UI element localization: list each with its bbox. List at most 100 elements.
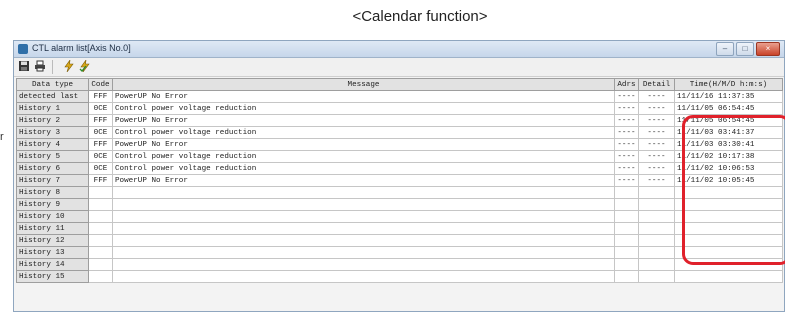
column-header-time[interactable]: Time(H/M/D h:m:s) bbox=[674, 78, 783, 91]
cell-code: FFF bbox=[88, 138, 113, 151]
table-row[interactable]: History 6 0CE Control power voltage reduct… bbox=[16, 162, 783, 175]
lightning-check-icon[interactable] bbox=[78, 59, 91, 73]
cell-code: 0CE bbox=[88, 162, 113, 175]
window-controls: – □ × bbox=[716, 42, 780, 56]
cell-adrs bbox=[614, 234, 639, 247]
cell-detail: ---- bbox=[638, 174, 675, 187]
table-row[interactable]: History 7 FFF PowerUP No Error ---- ---- 11/1… bbox=[16, 174, 783, 187]
cell-type: History 11 bbox=[16, 222, 89, 235]
table-row[interactable]: History 2 FFF PowerUP No Error ---- ---- 11/1… bbox=[16, 114, 783, 127]
cell-detail bbox=[638, 258, 675, 271]
column-header-detail[interactable]: Detail bbox=[638, 78, 675, 91]
time-column-highlight bbox=[682, 115, 785, 265]
table-row[interactable]: History 11 bbox=[16, 222, 783, 235]
cell-type: History 14 bbox=[16, 258, 89, 271]
cell-adrs: ---- bbox=[614, 114, 639, 127]
table-row[interactable]: History 14 bbox=[16, 258, 783, 271]
toolbar-separator bbox=[52, 60, 53, 74]
cell-detail bbox=[638, 234, 675, 247]
cell-detail bbox=[638, 270, 675, 283]
window-title: CTL alarm list[Axis No.0] bbox=[32, 43, 131, 53]
cell-time bbox=[674, 270, 783, 283]
cell-time: 11/11/05 06:54:45 bbox=[674, 102, 783, 115]
cell-message: PowerUP No Error bbox=[112, 138, 615, 151]
cell-detail bbox=[638, 198, 675, 211]
toolbar bbox=[14, 58, 784, 77]
close-button[interactable]: × bbox=[756, 42, 780, 56]
column-header-code[interactable]: Code bbox=[88, 78, 113, 91]
table-row[interactable]: History 8 bbox=[16, 186, 783, 199]
column-header-message[interactable]: Message bbox=[112, 78, 615, 91]
cell-time: 11/11/16 11:37:35 bbox=[674, 90, 783, 103]
cell-detail bbox=[638, 246, 675, 259]
figure-caption: <Calendar function> bbox=[352, 8, 488, 25]
minimize-button[interactable]: – bbox=[716, 42, 734, 56]
cell-message: Control power voltage reduction bbox=[112, 150, 615, 163]
table-row[interactable]: History 10 bbox=[16, 210, 783, 223]
table-row[interactable]: History 15 bbox=[16, 270, 783, 283]
cell-adrs bbox=[614, 246, 639, 259]
table-body: detected last FFF PowerUP No Error ---- ----… bbox=[16, 90, 783, 283]
cell-code bbox=[88, 198, 113, 211]
cell-code: 0CE bbox=[88, 126, 113, 139]
cell-adrs: ---- bbox=[614, 162, 639, 175]
cell-message bbox=[112, 246, 615, 259]
cell-type: History 13 bbox=[16, 246, 89, 259]
column-header-adrs[interactable]: Adrs bbox=[614, 78, 639, 91]
column-header-data-type[interactable]: Data type bbox=[16, 78, 89, 91]
maximize-button[interactable]: □ bbox=[736, 42, 754, 56]
cell-code bbox=[88, 186, 113, 199]
cell-detail bbox=[638, 210, 675, 223]
cell-adrs: ---- bbox=[614, 150, 639, 163]
cell-code: 0CE bbox=[88, 102, 113, 115]
cell-type: History 12 bbox=[16, 234, 89, 247]
cell-adrs bbox=[614, 258, 639, 271]
cell-message bbox=[112, 234, 615, 247]
cell-code bbox=[88, 246, 113, 259]
cell-adrs: ---- bbox=[614, 126, 639, 139]
app-icon bbox=[18, 44, 28, 54]
cell-type: detected last bbox=[16, 90, 89, 103]
cell-adrs: ---- bbox=[614, 138, 639, 151]
floppy-disk-icon[interactable] bbox=[17, 60, 30, 73]
printer-icon[interactable] bbox=[33, 60, 46, 73]
table-row[interactable]: History 5 0CE Control power voltage reduct… bbox=[16, 150, 783, 163]
table-row[interactable]: History 3 0CE Control power voltage reduct… bbox=[16, 126, 783, 139]
cell-message: Control power voltage reduction bbox=[112, 102, 615, 115]
lightning-icon[interactable] bbox=[62, 59, 75, 73]
cell-code bbox=[88, 270, 113, 283]
title-bar[interactable]: CTL alarm list[Axis No.0] – □ × bbox=[14, 41, 784, 58]
table-row[interactable]: detected last FFF PowerUP No Error ---- ----… bbox=[16, 90, 783, 103]
cell-adrs: ---- bbox=[614, 90, 639, 103]
cell-type: History 5 bbox=[16, 150, 89, 163]
cell-message: Control power voltage reduction bbox=[112, 162, 615, 175]
cell-detail: ---- bbox=[638, 150, 675, 163]
cell-detail: ---- bbox=[638, 162, 675, 175]
cell-detail: ---- bbox=[638, 138, 675, 151]
cell-code bbox=[88, 210, 113, 223]
cell-type: History 6 bbox=[16, 162, 89, 175]
cell-detail: ---- bbox=[638, 126, 675, 139]
cell-code: FFF bbox=[88, 90, 113, 103]
cell-message: PowerUP No Error bbox=[112, 90, 615, 103]
table-row[interactable]: History 13 bbox=[16, 246, 783, 259]
table-row[interactable]: History 1 0CE Control power voltage reduct… bbox=[16, 102, 783, 115]
cell-adrs bbox=[614, 222, 639, 235]
cell-adrs: ---- bbox=[614, 102, 639, 115]
cell-type: History 7 bbox=[16, 174, 89, 187]
table-row[interactable]: History 4 FFF PowerUP No Error ---- ---- 11/1… bbox=[16, 138, 783, 151]
cell-detail bbox=[638, 186, 675, 199]
cell-message: Control power voltage reduction bbox=[112, 126, 615, 139]
cell-adrs bbox=[614, 186, 639, 199]
table-row[interactable]: History 9 bbox=[16, 198, 783, 211]
cell-type: History 4 bbox=[16, 138, 89, 151]
cell-type: History 1 bbox=[16, 102, 89, 115]
side-marker: r bbox=[0, 131, 4, 143]
cell-detail: ---- bbox=[638, 102, 675, 115]
cell-type: History 2 bbox=[16, 114, 89, 127]
alarm-table: Data type Code Message Adrs Detail Time(… bbox=[16, 78, 783, 283]
table-row[interactable]: History 12 bbox=[16, 234, 783, 247]
cell-type: History 10 bbox=[16, 210, 89, 223]
alarm-list-window: CTL alarm list[Axis No.0] – □ × Data typ… bbox=[13, 40, 785, 312]
cell-detail bbox=[638, 222, 675, 235]
